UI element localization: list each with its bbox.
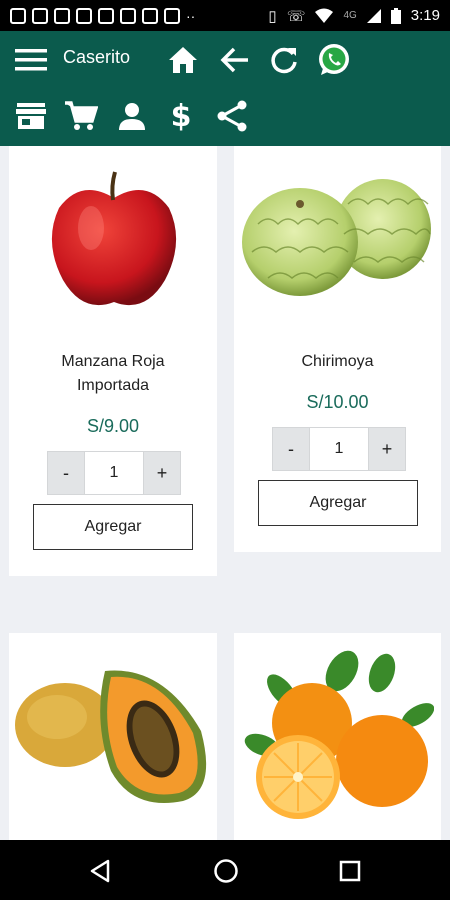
product-grid: Manzana Roja Importada S/9.00 - 1 + Agre… bbox=[0, 146, 450, 840]
dollar-icon[interactable]: $ bbox=[167, 97, 195, 135]
product-name: Manzana Roja Importada bbox=[61, 353, 165, 394]
cart-icon[interactable] bbox=[63, 99, 99, 133]
product-image-papaya[interactable] bbox=[13, 661, 217, 811]
product-name: Chirimoya bbox=[301, 353, 374, 370]
store-icon[interactable] bbox=[14, 99, 48, 133]
wifi-icon bbox=[315, 8, 334, 23]
facebook-icon bbox=[10, 7, 26, 24]
product-card: Manzana Roja Importada S/9.00 - 1 + Agre… bbox=[9, 146, 217, 576]
home-nav-icon[interactable] bbox=[213, 858, 239, 884]
quantity-stepper: - 1 + bbox=[272, 427, 406, 471]
quantity-stepper: - 1 + bbox=[47, 451, 181, 495]
tiktok-icon bbox=[76, 7, 92, 24]
app-header: Caserito $ bbox=[0, 31, 450, 146]
user-icon[interactable] bbox=[116, 99, 148, 133]
more-notifications-icon: ·· bbox=[186, 7, 196, 24]
document-icon bbox=[98, 7, 114, 24]
facebook-icon bbox=[120, 7, 136, 24]
share-icon[interactable] bbox=[214, 97, 250, 135]
product-card: Chirimoya S/10.00 - 1 + Agregar bbox=[234, 146, 441, 552]
product-image-apple[interactable] bbox=[41, 166, 187, 316]
refresh-icon[interactable] bbox=[267, 43, 301, 77]
system-navigation-bar bbox=[0, 840, 450, 900]
add-to-cart-button[interactable]: Agregar bbox=[258, 480, 418, 526]
app-title: Caserito bbox=[63, 47, 131, 67]
signal-icon bbox=[366, 8, 381, 23]
product-card bbox=[9, 633, 217, 840]
add-to-cart-button[interactable]: Agregar bbox=[33, 504, 193, 550]
mail-icon bbox=[142, 7, 158, 24]
increase-button[interactable]: + bbox=[143, 451, 181, 495]
product-card bbox=[234, 633, 441, 840]
facebook-icon bbox=[32, 7, 48, 24]
tiktok-icon bbox=[54, 7, 70, 24]
quantity-input[interactable]: 1 bbox=[310, 427, 368, 471]
notification-icons: ·· bbox=[10, 7, 196, 24]
battery-icon bbox=[390, 7, 401, 24]
increase-button[interactable]: + bbox=[368, 427, 406, 471]
network-type: 4G bbox=[343, 10, 357, 21]
back-arrow-icon[interactable] bbox=[218, 43, 252, 77]
instagram-icon bbox=[164, 7, 180, 24]
product-image-orange[interactable] bbox=[242, 649, 434, 819]
clock: 3:19 bbox=[410, 7, 440, 24]
wifi-call-icon: ☏ bbox=[286, 7, 306, 25]
menu-icon[interactable] bbox=[14, 45, 48, 75]
status-bar: ·· ▯ ☏ 4G 3:19 bbox=[0, 0, 450, 31]
product-price: S/10.00 bbox=[306, 392, 369, 412]
recents-nav-icon[interactable] bbox=[339, 860, 361, 882]
quantity-input[interactable]: 1 bbox=[85, 451, 143, 495]
whatsapp-icon[interactable] bbox=[315, 41, 353, 79]
decrease-button[interactable]: - bbox=[47, 451, 85, 495]
home-icon[interactable] bbox=[166, 43, 200, 77]
vibrate-icon: ▯ bbox=[268, 7, 277, 25]
decrease-button[interactable]: - bbox=[272, 427, 310, 471]
back-nav-icon[interactable] bbox=[88, 859, 112, 883]
product-price: S/9.00 bbox=[86, 416, 140, 436]
product-image-chirimoya[interactable] bbox=[238, 174, 436, 298]
